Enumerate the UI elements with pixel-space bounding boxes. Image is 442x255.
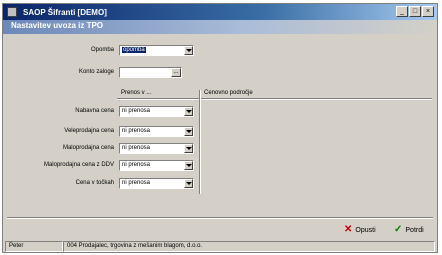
opomba-label: Opomba	[90, 47, 114, 53]
close-button[interactable]: ×	[422, 6, 434, 17]
chevron-down-icon[interactable]	[184, 179, 193, 188]
prenos-value: ni prenosa	[122, 108, 151, 114]
prenos-select-nabavna[interactable]: ni prenosa	[119, 106, 194, 117]
row-label-nabavna: Nabavna cena	[75, 108, 114, 114]
row-label-tockah: Cena v točkah	[75, 180, 114, 186]
confirm-label: Potrdi	[405, 226, 424, 234]
chevron-down-icon[interactable]	[184, 144, 193, 153]
column-header-cenovno: Cenovno področje	[204, 90, 253, 96]
prenos-value: ni prenosa	[122, 128, 151, 134]
status-company: 004 Prodajalec, trgovina z mešanim blago…	[63, 241, 435, 252]
main-window: SAOP Šifranti [DEMO] _ □ × Nastavitev uv…	[2, 3, 438, 253]
row-label-veleprodajna: Veleprodajna cena	[64, 128, 114, 134]
checkmark-icon: ✓	[394, 224, 403, 235]
chevron-down-icon[interactable]	[184, 107, 193, 116]
status-user: Peter	[5, 241, 63, 252]
opomba-value: opomba	[122, 47, 146, 53]
prenos-select-maloprodajna[interactable]: ni prenosa	[119, 143, 194, 154]
close-icon: ✕	[344, 224, 353, 235]
row-label-maloprodajna-ddv: Maloprodajna cena z DDV	[43, 162, 114, 168]
title-bar[interactable]: SAOP Šifranti [DEMO] _ □ ×	[3, 4, 437, 20]
prenos-select-veleprodajna[interactable]: ni prenosa	[119, 126, 194, 137]
chevron-down-icon[interactable]	[184, 46, 193, 55]
column-divider	[199, 90, 201, 194]
opomba-select[interactable]: opomba	[119, 45, 194, 56]
chevron-down-icon[interactable]	[184, 127, 193, 136]
table-header-divider	[117, 98, 432, 100]
chevron-down-icon[interactable]	[184, 161, 193, 170]
header-band: Nastavitev uvoza iz TPO	[3, 20, 437, 34]
prenos-select-maloprodajna-ddv[interactable]: ni prenosa	[119, 160, 194, 171]
footer-divider	[7, 217, 433, 219]
cancel-label: Opusti	[355, 226, 376, 234]
column-header-prenos: Prenos v ...	[121, 90, 152, 96]
minimize-button[interactable]: _	[396, 6, 408, 17]
window-title: SAOP Šifranti [DEMO]	[23, 7, 107, 17]
confirm-button[interactable]: ✓ Potrdi	[394, 223, 424, 237]
status-bar: Peter 004 Prodajalec, trgovina z mešanim…	[5, 241, 435, 252]
prenos-value: ni prenosa	[122, 180, 151, 186]
app-icon	[7, 7, 17, 17]
row-label-maloprodajna: Maloprodajna cena	[62, 145, 114, 151]
cancel-button[interactable]: ✕ Opusti	[344, 223, 376, 237]
lookup-button[interactable]: ...	[171, 68, 181, 77]
prenos-value: ni prenosa	[122, 145, 151, 151]
maximize-button[interactable]: □	[409, 6, 421, 17]
prenos-select-tockah[interactable]: ni prenosa	[119, 178, 194, 189]
dialog-heading: Nastavitev uvoza iz TPO	[11, 21, 104, 30]
prenos-value: ni prenosa	[122, 162, 151, 168]
konto-label: Konto zaloge	[78, 69, 114, 75]
konto-input[interactable]: ...	[119, 67, 182, 78]
